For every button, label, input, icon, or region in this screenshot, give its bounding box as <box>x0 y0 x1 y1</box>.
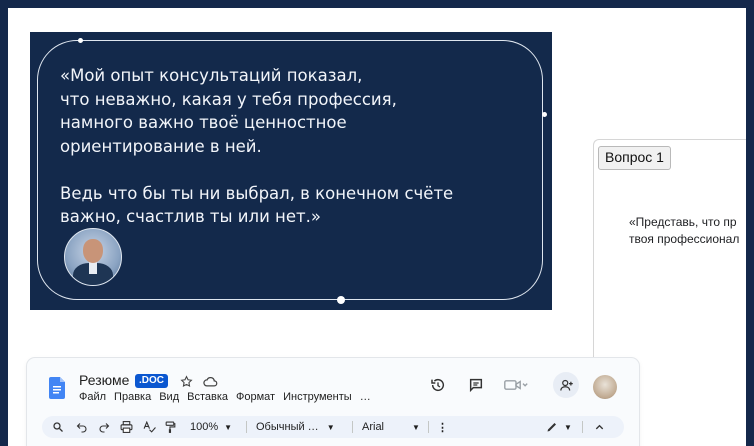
chevron-down-icon: ▼ <box>412 422 420 432</box>
side-panel-text: «Представь, что пр твоя профессионал <box>629 214 746 248</box>
star-icon[interactable] <box>177 372 195 390</box>
user-avatar[interactable] <box>593 375 617 399</box>
toolbar-divider <box>352 421 353 433</box>
docs-window: Резюме .DOC Файл Правка Вид Вставка Форм… <box>27 358 639 446</box>
menu-file[interactable]: Файл <box>79 391 106 403</box>
docs-logo-icon[interactable] <box>49 377 65 399</box>
author-avatar <box>64 228 122 286</box>
collapse-toolbar-icon[interactable] <box>594 416 605 438</box>
chevron-down-icon: ▼ <box>326 422 335 432</box>
formatting-toolbar: 100% ▼ Обычный … ▼ Arial ▼ ⋮ ▼ <box>42 416 624 438</box>
menu-format[interactable]: Формат <box>236 391 275 403</box>
menu-edit[interactable]: Правка <box>114 391 151 403</box>
toolbar-divider <box>582 421 583 433</box>
editing-mode-select[interactable]: ▼ <box>546 416 572 438</box>
menu-more[interactable]: … <box>360 391 371 403</box>
cloud-status-icon[interactable] <box>201 372 219 390</box>
chevron-down-icon: ▼ <box>564 422 572 432</box>
side-text-line-2: твоя профессионал <box>629 232 740 246</box>
history-icon[interactable] <box>429 376 447 394</box>
chevron-down-icon: ▼ <box>224 422 233 432</box>
meet-icon[interactable] <box>503 376 529 394</box>
undo-icon[interactable] <box>76 416 88 438</box>
comment-icon[interactable] <box>467 376 485 394</box>
resize-handle-bottom[interactable] <box>337 296 345 304</box>
search-menus-icon[interactable] <box>52 416 64 438</box>
quote-card[interactable]: «Мой опыт консультаций показал, что нева… <box>30 32 552 310</box>
resize-handle-right[interactable] <box>542 112 547 117</box>
menu-bar: Файл Правка Вид Вставка Формат Инструмен… <box>79 391 371 403</box>
resize-handle-top[interactable] <box>78 38 83 43</box>
more-options-icon[interactable]: ⋮ <box>437 416 448 438</box>
pencil-icon <box>547 423 556 432</box>
doc-format-badge: .DOC <box>135 374 168 388</box>
share-icon[interactable] <box>553 372 579 398</box>
paint-format-icon[interactable] <box>165 416 176 438</box>
quote-text: «Мой опыт консультаций показал, что нева… <box>60 66 454 226</box>
print-icon[interactable] <box>120 416 133 438</box>
paragraph-style-value: Обычный … <box>256 421 319 433</box>
avatar-face <box>83 239 103 263</box>
menu-insert[interactable]: Вставка <box>187 391 228 403</box>
canvas: «Мой опыт консультаций показал, что нева… <box>8 8 746 446</box>
side-text-line-1: «Представь, что пр <box>629 215 737 229</box>
doc-title[interactable]: Резюме <box>79 372 129 388</box>
question-button[interactable]: Вопрос 1 <box>598 146 671 170</box>
zoom-value: 100% <box>190 421 219 433</box>
toolbar-divider <box>428 421 429 433</box>
zoom-select[interactable]: 100% ▼ <box>190 416 232 438</box>
toolbar-divider <box>246 421 247 433</box>
avatar-collar <box>89 262 97 274</box>
redo-icon[interactable] <box>98 416 110 438</box>
menu-tools[interactable]: Инструменты <box>283 391 352 403</box>
spellcheck-icon[interactable] <box>143 416 156 438</box>
font-value: Arial <box>362 421 385 433</box>
font-select[interactable]: Arial ▼ <box>362 416 420 438</box>
paragraph-style-select[interactable]: Обычный … ▼ <box>256 416 335 438</box>
menu-view[interactable]: Вид <box>159 391 179 403</box>
